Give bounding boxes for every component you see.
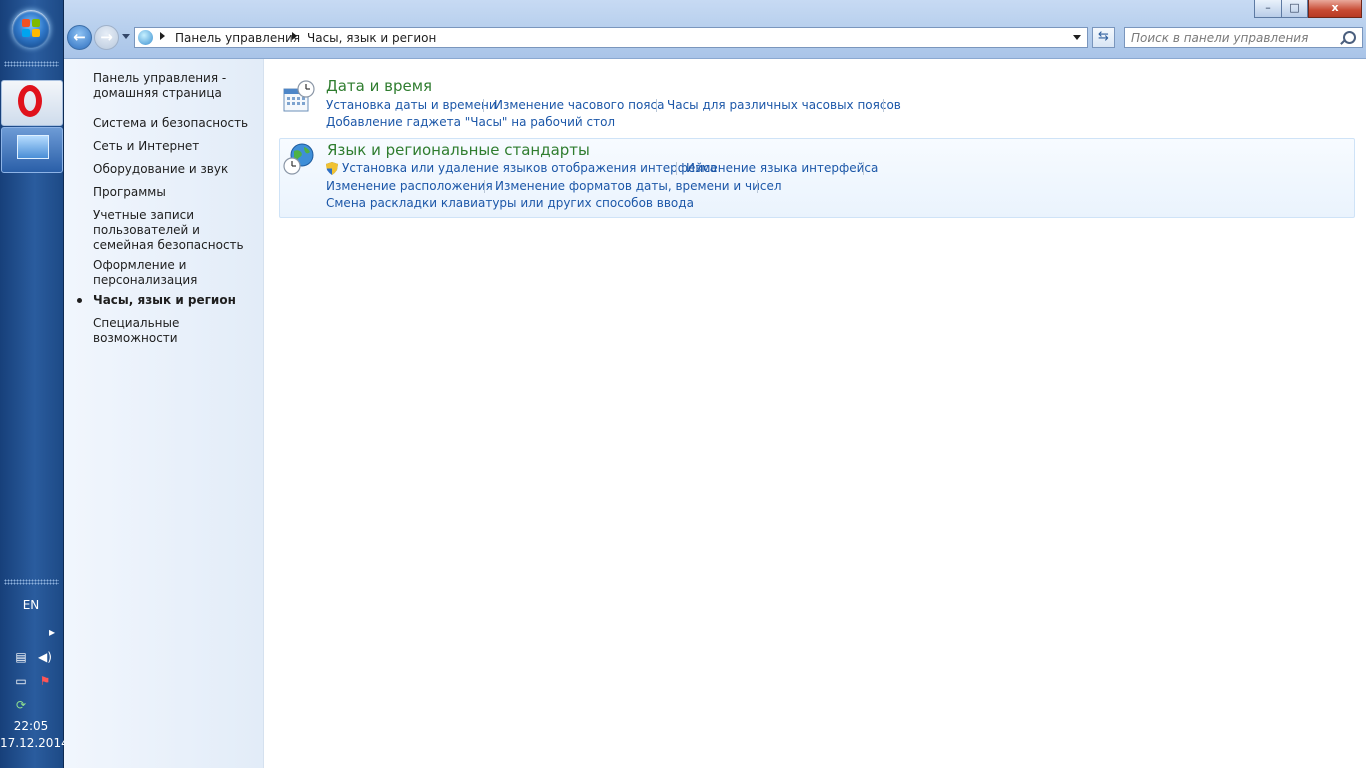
link-separator (676, 162, 677, 175)
link-separator (483, 99, 484, 112)
taskbar-opera-button[interactable] (1, 80, 63, 126)
link-separator (757, 180, 758, 193)
category-region-language: Язык и региональные стандарты Установка … (279, 138, 1355, 218)
search-input[interactable] (1125, 28, 1347, 47)
link-separator (656, 99, 657, 112)
admin-shield-icon (326, 162, 338, 175)
category-title-region-language[interactable]: Язык и региональные стандарты (327, 141, 590, 159)
taskbar-grip (4, 61, 59, 67)
sidebar: Панель управления - домашняя страница Си… (64, 59, 264, 768)
address-dropdown-icon[interactable] (1073, 35, 1081, 40)
calendar-clock-icon (283, 80, 315, 112)
address-bar[interactable]: Панель управления Часы, язык и регион (134, 27, 1088, 48)
title-bar: – □ x ← → Панель управления Часы, язык и… (64, 0, 1366, 59)
breadcrumb-control-panel[interactable]: Панель управления (175, 31, 300, 45)
link-separator (883, 99, 884, 112)
breadcrumb-chevron-icon[interactable] (160, 32, 165, 40)
link-separator (484, 180, 485, 193)
breadcrumb-clock-language-region[interactable]: Часы, язык и регион (307, 31, 436, 45)
minimize-button[interactable]: – (1254, 0, 1282, 18)
maximize-button[interactable]: □ (1281, 0, 1308, 18)
display-tray-icon[interactable]: ▭ (14, 674, 28, 688)
sidebar-item-clock-language-region[interactable]: Часы, язык и регион (93, 293, 258, 308)
sync-tray-icon[interactable]: ⟳ (14, 698, 28, 712)
taskbar-grip-tray (4, 579, 59, 585)
link-change-date-time-number-formats[interactable]: Изменение форматов даты, времени и чисел (495, 179, 782, 193)
link-clocks-different-time-zones[interactable]: Часы для различных часовых поясов (667, 98, 901, 112)
control-panel-window: – □ x ← → Панель управления Часы, язык и… (64, 0, 1366, 768)
breadcrumb-chevron-icon[interactable] (292, 32, 297, 40)
sidebar-item-network-internet[interactable]: Сеть и Интернет (93, 139, 258, 154)
globe-clock-icon (283, 143, 314, 175)
taskbar: EN ▸ ▤ ◀) ▭ ⚑ ⟳ 22:05 17.12.2014 (0, 0, 69, 768)
taskbar-control-panel-button[interactable] (1, 127, 63, 173)
control-panel-icon (17, 135, 49, 159)
category-title-date-time[interactable]: Дата и время (326, 77, 432, 95)
language-indicator[interactable]: EN (0, 598, 62, 612)
windows-logo-icon (22, 19, 40, 37)
sidebar-item-programs[interactable]: Программы (93, 185, 258, 200)
sidebar-item-appearance[interactable]: Оформление и персонализация (93, 258, 213, 288)
link-separator (863, 162, 864, 175)
control-panel-address-icon (138, 30, 153, 45)
close-button[interactable]: x (1308, 0, 1362, 18)
link-add-clock-gadget[interactable]: Добавление гаджета "Часы" на рабочий сто… (326, 115, 615, 129)
sidebar-item-user-accounts[interactable]: Учетные записи пользователей и семейная … (93, 208, 253, 253)
network-tray-icon[interactable]: ▤ (14, 650, 28, 664)
forward-button[interactable]: → (94, 25, 119, 50)
show-hidden-icons-arrow-icon[interactable]: ▸ (45, 625, 59, 639)
clock-date[interactable]: 17.12.2014 (0, 736, 69, 750)
sidebar-item-ease-of-access[interactable]: Специальные возможности (93, 316, 258, 346)
main-content: Дата и время Установка даты и времени Из… (264, 59, 1366, 768)
sidebar-item-hardware-sound[interactable]: Оборудование и звук (93, 162, 258, 177)
sidebar-item-system-security[interactable]: Система и безопасность (93, 116, 258, 131)
search-box[interactable] (1124, 27, 1363, 48)
category-date-time: Дата и время Установка даты и времени Из… (279, 77, 1355, 133)
opera-icon (18, 85, 42, 117)
link-set-date-time[interactable]: Установка даты и времени (326, 98, 497, 112)
link-change-keyboards-input-methods[interactable]: Смена раскладки клавиатуры или других сп… (326, 196, 694, 210)
start-button[interactable] (12, 10, 50, 48)
sidebar-item-home[interactable]: Панель управления - домашняя страница (93, 71, 258, 101)
refresh-button[interactable]: ⇆ (1092, 27, 1115, 48)
back-button[interactable]: ← (67, 25, 92, 50)
current-item-bullet (77, 298, 82, 303)
recent-pages-dropdown-icon[interactable] (122, 34, 130, 39)
link-change-display-language[interactable]: Изменение языка интерфейса (686, 161, 878, 175)
link-change-time-zone[interactable]: Изменение часового пояса (494, 98, 664, 112)
link-change-location[interactable]: Изменение расположения (326, 179, 493, 193)
action-center-flag-icon[interactable]: ⚑ (38, 674, 52, 688)
search-icon[interactable] (1343, 31, 1356, 44)
clock-time[interactable]: 22:05 (0, 719, 62, 733)
volume-icon[interactable]: ◀) (38, 650, 52, 664)
link-install-uninstall-display-languages[interactable]: Установка или удаление языков отображени… (342, 161, 717, 175)
